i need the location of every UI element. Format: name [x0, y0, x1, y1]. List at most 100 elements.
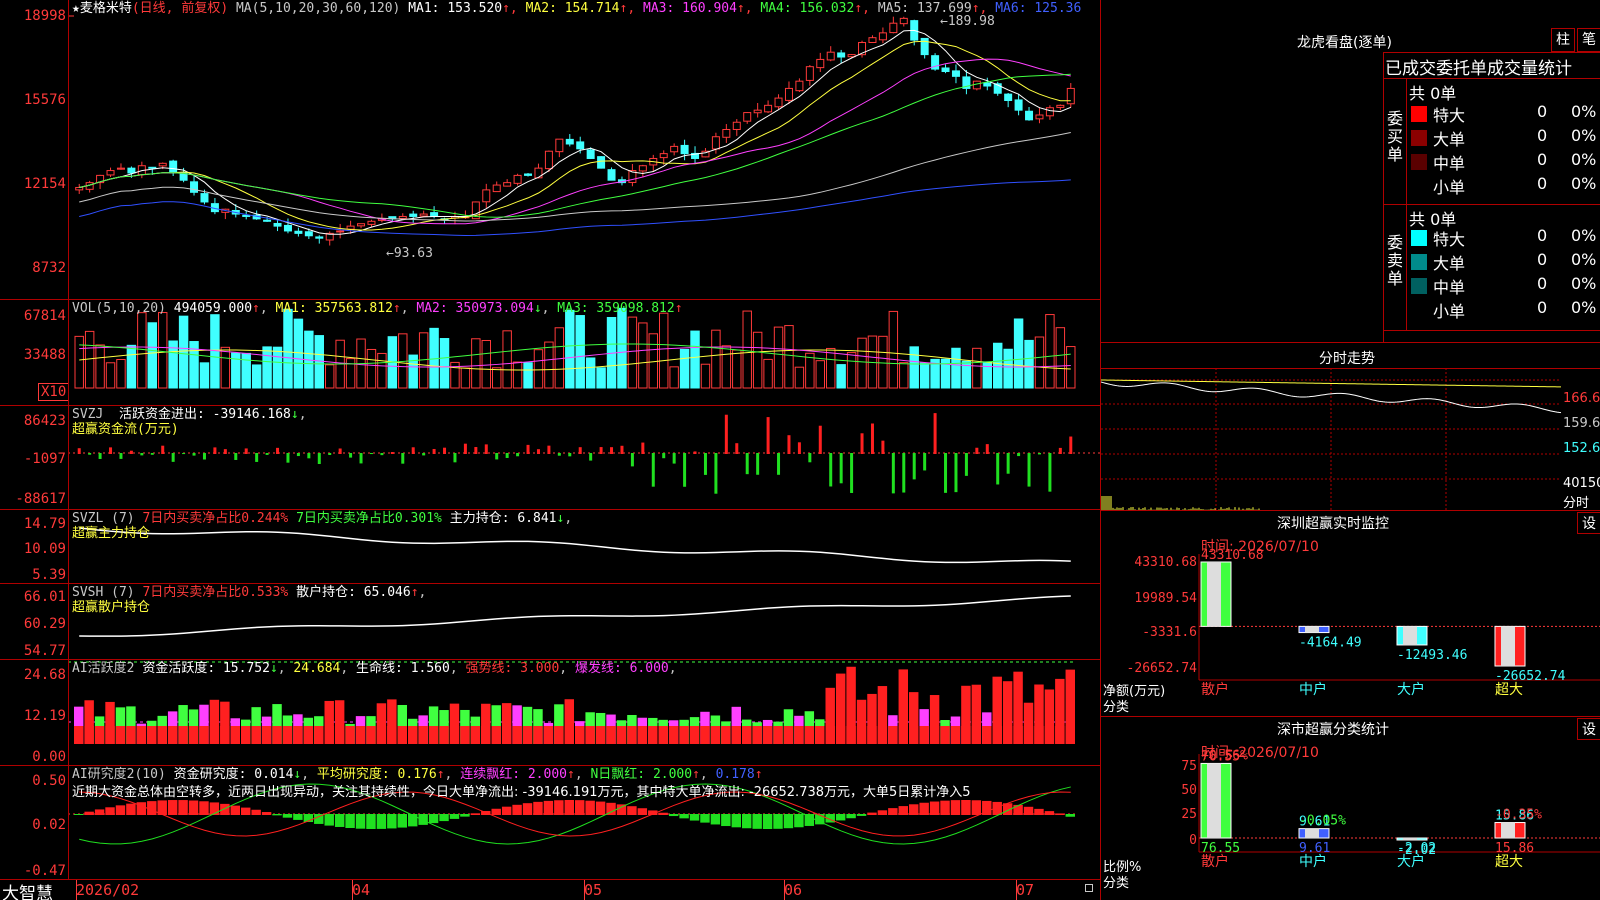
- sz-ratio-chart[interactable]: 76.55+0.56%散户9.61-0.05%中户-2.02大户15.86-0.…: [1101, 716, 1600, 900]
- order-percent: 0%: [1571, 226, 1597, 245]
- volume-panel[interactable]: VOL(5,10,20) 494059.000↑, MA1: 357563.81…: [0, 300, 1100, 406]
- flow-bar: [975, 447, 979, 454]
- vol-ma1: MA1: 357563.812: [275, 301, 393, 316]
- flow-bar: [359, 453, 363, 464]
- ma-line: [79, 29, 1071, 235]
- research-bar: [689, 814, 700, 821]
- flow-bar: [881, 440, 885, 454]
- flow-bar: [557, 453, 561, 456]
- volume-bar: [617, 307, 627, 389]
- research-bar: [522, 803, 533, 815]
- ai-research-chart[interactable]: [0, 766, 1100, 880]
- activity-base: [627, 726, 637, 744]
- vol-value: 494059.000: [173, 301, 253, 316]
- price-chart[interactable]: [0, 0, 1100, 300]
- ai1-strong-line: 强势线: 3.000: [465, 661, 560, 676]
- flow-bar: [964, 453, 968, 476]
- activity-base: [449, 726, 460, 744]
- research-bar: [428, 814, 439, 824]
- ai-activity-panel[interactable]: AI活跃度2 资金活跃度: 15.752↓, 24.684, 生命线: 1.56…: [0, 660, 1100, 766]
- research-bar: [595, 801, 606, 815]
- svzj-panel[interactable]: SVZJ 活跃资金进出: -39146.168↓, 超赢资金流(万元) 8642…: [0, 406, 1100, 510]
- ma-line: [79, 73, 1071, 218]
- ai2-avg-arrow: ↑: [436, 767, 445, 782]
- svzl-panel[interactable]: SVZL (7) 7日内买卖净占比0.244% 7日内买卖净占比0.301% 主…: [0, 510, 1100, 584]
- flow-bar: [98, 453, 102, 459]
- holding-line: [79, 527, 1071, 564]
- volume-bar: [805, 352, 815, 389]
- volume-bar: [648, 333, 658, 389]
- ai2-ytick: 0.50: [32, 773, 66, 789]
- volume-bar: [919, 362, 930, 389]
- activity-base: [334, 726, 345, 744]
- ai2-ytick: 0.02: [32, 817, 66, 833]
- volume-bar: [325, 364, 335, 389]
- flow-bar: [140, 453, 144, 456]
- vol-arrow: ↑: [252, 301, 260, 316]
- order-type-label: 中单: [1433, 278, 1466, 297]
- order-color-swatch: [1411, 302, 1427, 318]
- flow-bar: [620, 445, 624, 454]
- order-color-swatch: [1411, 254, 1427, 270]
- candle: [941, 67, 950, 73]
- flow-bar: [568, 453, 572, 457]
- candle: [576, 141, 585, 150]
- activity-base: [982, 726, 992, 744]
- x-tick-label: 05: [584, 881, 603, 899]
- activity-base: [992, 726, 1002, 744]
- lock-icon[interactable]: [1085, 884, 1093, 892]
- category-bar-shine: [1501, 822, 1515, 838]
- y-tick-label: -3331.6: [1142, 625, 1197, 640]
- activity-base: [752, 726, 762, 744]
- ma-arrow: ↑,: [619, 1, 643, 16]
- divider: [1383, 78, 1600, 79]
- ai-research-panel[interactable]: AI研究度2(10) 资金研究度: 0.014↓, 平均研究度: 0.176↑,…: [0, 766, 1100, 880]
- flow-bar: [672, 453, 676, 464]
- candle: [1014, 99, 1023, 111]
- activity-base: [1044, 726, 1055, 744]
- volume-bar: [460, 367, 471, 389]
- research-bar: [178, 800, 188, 815]
- activity-base: [1065, 726, 1075, 744]
- activity-base: [178, 726, 188, 744]
- research-bar: [355, 814, 366, 829]
- volume-bar: [638, 322, 648, 389]
- candle: [597, 156, 606, 169]
- bar-view-button[interactable]: 柱: [1551, 28, 1575, 52]
- activity-base: [418, 726, 428, 744]
- svzl-ytick: 14.79: [23, 516, 66, 532]
- volume-bar: [679, 348, 690, 389]
- order-type-label: 小单: [1433, 302, 1466, 321]
- x-tick-label: 2026/02: [76, 881, 140, 899]
- divider: [1101, 342, 1600, 343]
- activity-base: [209, 726, 220, 744]
- svsh-panel[interactable]: SVSH (7) 7日内买卖净占比0.533% 散户持仓: 65.046↑, 超…: [0, 584, 1100, 660]
- vol-ma3: MA3: 359098.812: [557, 301, 675, 316]
- ma-arrow: ↑,: [854, 1, 878, 16]
- ai2-ytick: -0.47: [23, 863, 66, 879]
- chart-mode[interactable]: (日线, 前复权): [132, 1, 228, 16]
- research-bar: [554, 800, 564, 815]
- flow-bar: [129, 450, 133, 454]
- price-ytick: 15576: [23, 92, 66, 108]
- candle: [544, 150, 553, 170]
- tick-view-button[interactable]: 笔: [1577, 28, 1600, 52]
- flow-bar: [1017, 453, 1021, 457]
- flow-bar: [276, 447, 280, 454]
- volume-bar: [95, 344, 105, 389]
- research-bar: [773, 814, 783, 829]
- candle: [784, 87, 793, 101]
- y-tick-label: 19989.54: [1134, 591, 1197, 606]
- activity-base: [961, 726, 971, 744]
- activity-base: [324, 726, 334, 744]
- sz-monitor-chart[interactable]: 43310.68 散户 -4164.49 中户 -12493.46 大户 -26652.74…: [1101, 510, 1600, 716]
- x-tick-mark: [784, 880, 785, 900]
- research-bar: [533, 801, 543, 815]
- intraday-chart[interactable]: [1101, 368, 1600, 510]
- volume-bar: [126, 344, 137, 389]
- volume-bar: [544, 341, 554, 389]
- price-panel[interactable]: ★麦格米特(日线, 前复权) MA(5,10,20,30,60,120) MA1…: [0, 0, 1100, 300]
- activity-base: [940, 726, 950, 744]
- volume-bar: [116, 359, 126, 389]
- flow-bar: [380, 453, 384, 456]
